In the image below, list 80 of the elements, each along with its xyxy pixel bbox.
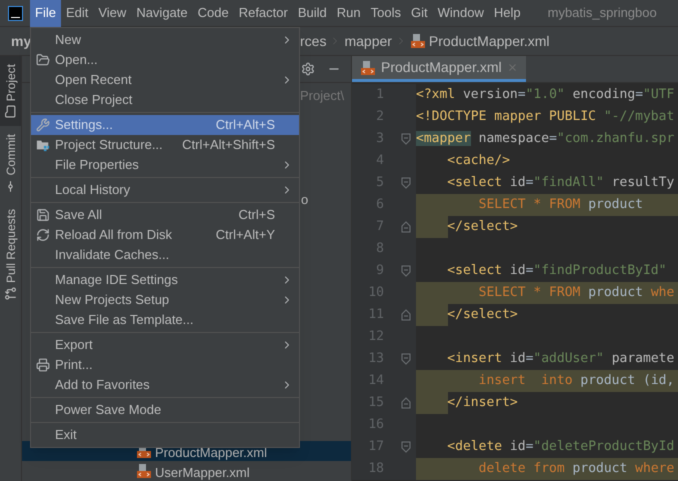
fold-icon[interactable] [401, 309, 411, 321]
menu-item[interactable]: Project Structure... Ctrl+Alt+Shift+S [31, 135, 299, 155]
printer-icon [36, 358, 50, 372]
menu-bar-item[interactable]: Build [292, 0, 332, 26]
code-line: <select id="findProductById" [446, 262, 666, 280]
menu-item[interactable]: New Projects Setup [31, 290, 299, 310]
menu-item[interactable]: Export [31, 335, 299, 355]
code-line: <!DOCTYPE mapper PUBLIC "-//mybat [416, 108, 674, 126]
tool-window-tab[interactable]: Pull Requests [0, 200, 21, 308]
menu-item[interactable]: Open Recent [31, 70, 299, 90]
code-line: <cache/> [446, 152, 510, 170]
menu-item[interactable]: Invalidate Caches... [31, 245, 299, 265]
menu-bar-item[interactable]: Code [192, 0, 234, 26]
code-line: <mapper namespace="com.zhanfu.spr [416, 130, 674, 148]
fold-icon[interactable] [401, 397, 411, 409]
menu-item[interactable]: New [31, 30, 299, 50]
fold-icon[interactable] [401, 441, 411, 453]
window-title: mybatis_springboo [548, 4, 657, 22]
code-line: <delete id="deleteProductById [446, 438, 674, 456]
shortcut-label: Ctrl+Alt+S [216, 116, 275, 134]
menu-bar-item[interactable]: Tools [366, 0, 406, 26]
menu-item[interactable]: Save File as Template... [31, 310, 299, 330]
code-line: </insert> [446, 394, 518, 412]
shortcut-label: Ctrl+Alt+Shift+S [182, 136, 275, 154]
tree-row[interactable]: UserMapper.xml [22, 461, 351, 481]
menu-bar-item[interactable]: Refactor [234, 0, 293, 26]
menu-bar-item[interactable]: Window [432, 0, 489, 26]
breadcrumb[interactable]: ProductMapper.xml [428, 30, 550, 52]
menu-bar-item[interactable]: Edit [60, 0, 94, 26]
menu-item[interactable]: Exit [31, 425, 299, 445]
xml-file-icon [136, 463, 152, 479]
tree-text: o [301, 190, 310, 208]
tool-window-tab[interactable]: Commit [0, 126, 21, 201]
shortcut-label: Ctrl+Alt+Y [216, 226, 275, 244]
menu-bar-item[interactable]: Navigate [131, 0, 193, 26]
code-line: </select> [446, 306, 518, 324]
code-line: <insert id="addUser" paramete [446, 350, 674, 368]
code-line: </select> [446, 218, 518, 236]
fold-icon[interactable] [401, 265, 411, 277]
code-line: SELECT * FROM product whe [478, 284, 674, 302]
menu-item[interactable]: Power Save Mode [31, 400, 299, 420]
wrench-icon [36, 118, 50, 132]
fold-icon[interactable] [401, 221, 411, 233]
menu-item[interactable]: Open... [31, 50, 299, 70]
refresh-icon [36, 228, 50, 242]
menu-item[interactable]: Save All Ctrl+S [31, 205, 299, 225]
code-line: <?xml version="1.0" encoding="UTF [416, 86, 674, 104]
pull-request-icon [4, 286, 17, 300]
menu-item[interactable]: Add to Favorites [31, 375, 299, 395]
breadcrumb[interactable]: mapper [344, 30, 392, 52]
menu-bar-item[interactable]: View [93, 0, 132, 26]
menu-item[interactable]: Reload All from Disk Ctrl+Alt+Y [31, 225, 299, 245]
menu-bar-item[interactable]: Help [488, 0, 526, 26]
code-line: SELECT * FROM product [478, 196, 643, 214]
code-line: delete from product where [478, 460, 674, 478]
editor-tab[interactable]: ProductMapper.xml [352, 56, 526, 82]
folder-grid-icon [36, 138, 50, 152]
path-text: Project\ [300, 87, 346, 105]
xml-file-icon [360, 60, 376, 76]
menu-bar-item[interactable]: Git [406, 0, 433, 26]
menu-item[interactable]: File Properties [31, 155, 299, 175]
menu-item[interactable]: Print... [31, 355, 299, 375]
menu-item[interactable]: Manage IDE Settings [31, 270, 299, 290]
menu-bar-item[interactable]: File [30, 0, 61, 26]
shortcut-label: Ctrl+S [238, 206, 275, 224]
menu-bar-item[interactable]: Run [332, 0, 366, 26]
fold-icon[interactable] [401, 177, 411, 189]
breadcrumb[interactable]: rces [300, 30, 326, 52]
close-icon[interactable] [506, 62, 518, 73]
fold-icon[interactable] [401, 353, 411, 365]
fold-icon[interactable] [401, 133, 411, 145]
menu-item[interactable]: Local History [31, 180, 299, 200]
code-line: insert into product (id, [478, 372, 674, 390]
menu-item[interactable]: Close Project [31, 90, 299, 110]
code-line: <select id="findAll" resultTy [446, 174, 674, 192]
app-logo-icon [8, 6, 23, 20]
settings-icon[interactable] [301, 62, 315, 76]
menu-item[interactable]: Settings... Ctrl+Alt+S [31, 115, 299, 135]
xml-file-icon [410, 33, 426, 49]
tool-window-tab[interactable]: Project [0, 56, 21, 126]
